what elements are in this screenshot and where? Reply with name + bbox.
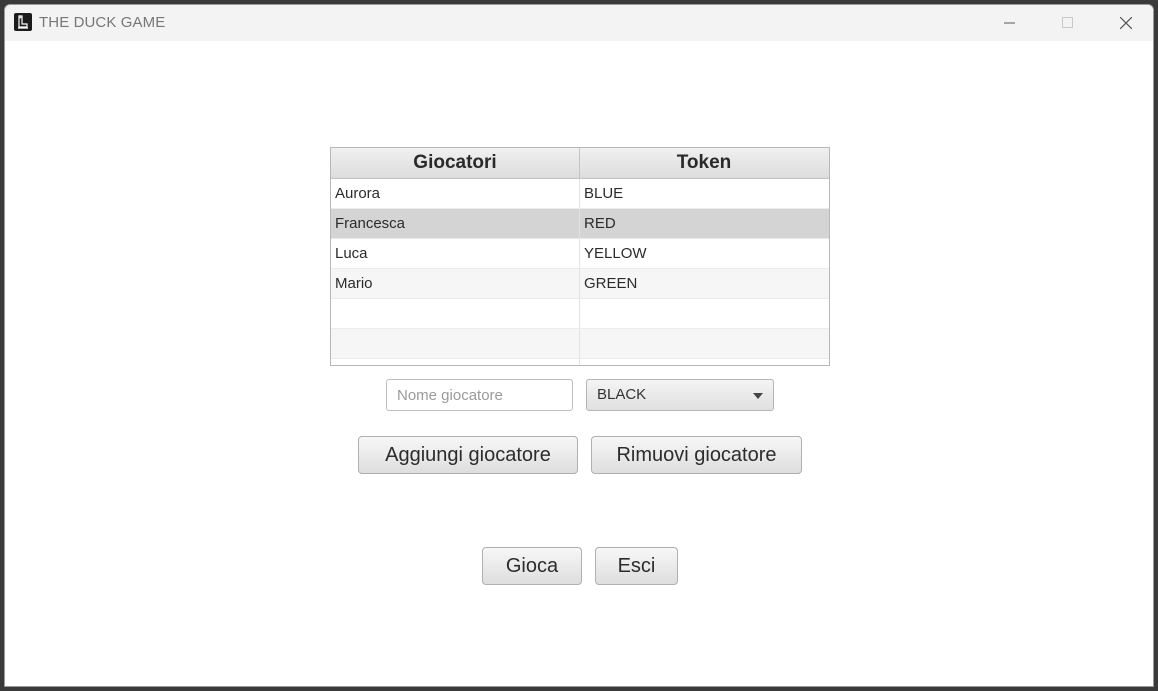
token-cell: BLUE: [584, 185, 624, 202]
minimize-button[interactable]: [981, 5, 1039, 41]
column-header-token[interactable]: Token: [580, 148, 828, 178]
column-header-players[interactable]: Giocatori: [331, 148, 580, 178]
token-cell: YELLOW: [584, 245, 647, 262]
token-cell: [580, 329, 828, 358]
play-button[interactable]: Gioca: [482, 547, 582, 585]
table-row[interactable]: [331, 299, 829, 329]
player-name-cell: Aurora: [331, 179, 580, 208]
token-cell: [580, 299, 828, 328]
table-row[interactable]: Luca YELLOW: [331, 239, 829, 269]
close-button[interactable]: [1097, 5, 1153, 41]
chevron-down-icon: [753, 393, 763, 399]
title-bar[interactable]: THE DUCK GAME: [5, 5, 1153, 41]
maximize-button[interactable]: [1039, 5, 1097, 41]
player-name-cell: Mario: [331, 269, 580, 298]
table-header: Giocatori Token: [331, 148, 829, 179]
token-color-select[interactable]: BLACK: [586, 379, 774, 411]
token-cell: GREEN: [584, 275, 638, 292]
remove-player-button[interactable]: Rimuovi giocatore: [591, 436, 802, 474]
exit-button[interactable]: Esci: [595, 547, 678, 585]
player-name-cell: [331, 329, 580, 358]
token-color-value: BLACK: [597, 386, 647, 403]
player-name-cell: Luca: [331, 239, 580, 268]
player-name-cell: Francesca: [331, 209, 580, 238]
duck-app-icon: [14, 13, 32, 31]
table-row[interactable]: Mario GREEN: [331, 269, 829, 299]
window-title: THE DUCK GAME: [39, 14, 166, 31]
player-name-input[interactable]: [386, 379, 573, 411]
table-row[interactable]: [331, 359, 829, 365]
player-name-cell: [331, 359, 580, 365]
table-row[interactable]: Francesca RED: [331, 209, 829, 239]
players-table[interactable]: Giocatori Token Aurora BLUE Francesca RE…: [330, 147, 830, 366]
table-row[interactable]: [331, 329, 829, 359]
token-cell: RED: [584, 215, 616, 232]
app-window: THE DUCK GAME Giocatori Token Aurora BLU…: [4, 4, 1154, 687]
token-cell: [580, 359, 828, 365]
minimize-icon: [1004, 22, 1015, 24]
add-player-button[interactable]: Aggiungi giocatore: [358, 436, 578, 474]
player-name-cell: [331, 299, 580, 328]
close-icon: [1120, 17, 1132, 29]
maximize-icon: [1062, 17, 1073, 28]
table-row[interactable]: Aurora BLUE: [331, 179, 829, 209]
